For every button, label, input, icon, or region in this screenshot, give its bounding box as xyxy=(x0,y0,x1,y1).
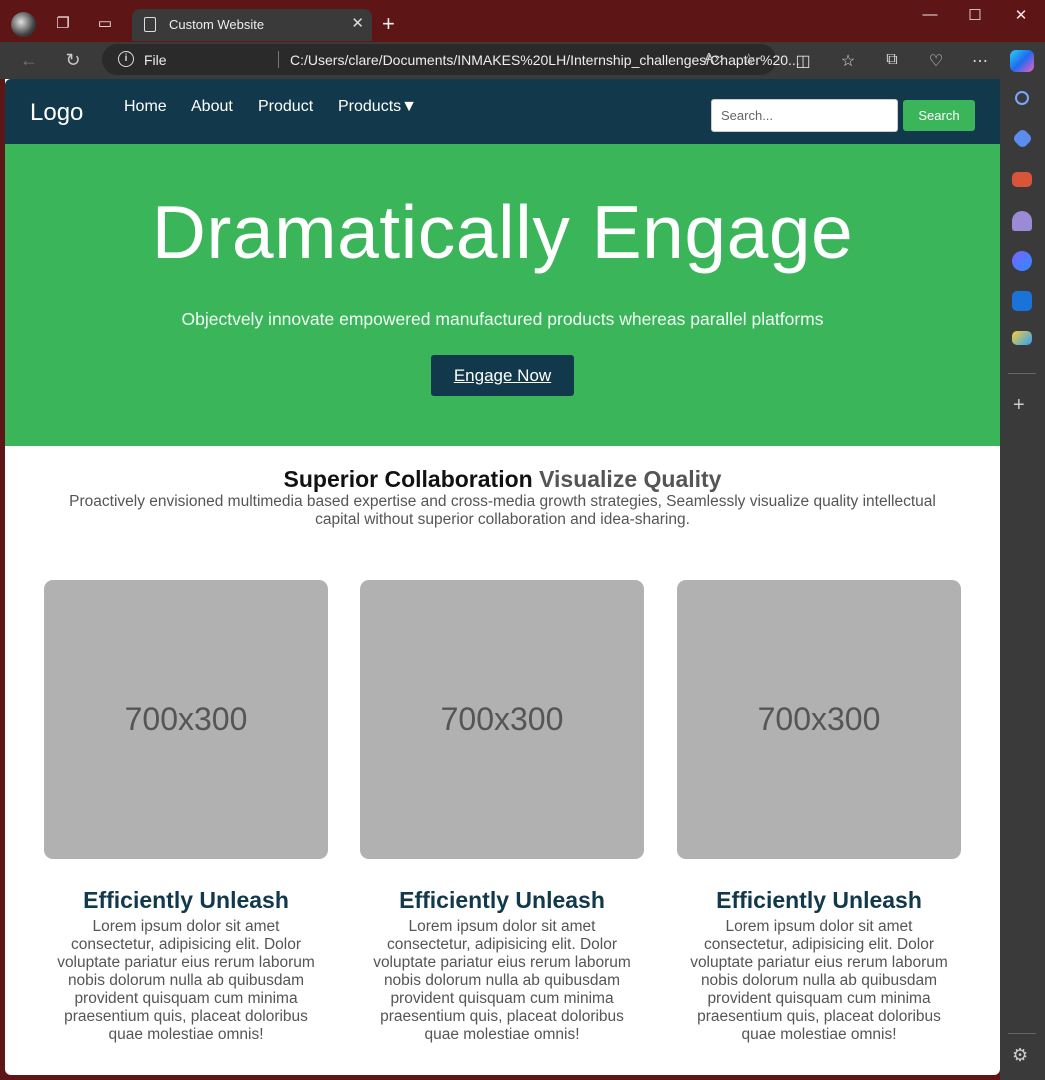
feature-card: 700x300 Efficiently Unleash Lorem ipsum … xyxy=(677,580,961,1044)
section-description: Proactively envisioned multimedia based … xyxy=(69,493,936,528)
feature-card: 700x300 Efficiently Unleash Lorem ipsum … xyxy=(44,580,328,1044)
favorite-star-icon[interactable]: ☆ xyxy=(742,50,755,68)
minimize-icon[interactable]: — xyxy=(915,6,945,23)
shopping-tag-icon[interactable] xyxy=(1011,127,1034,150)
placeholder-image: 700x300 xyxy=(44,580,328,859)
browser-tab[interactable]: Custom Website ✕ xyxy=(132,9,372,41)
browser-essentials-icon[interactable]: ♡ xyxy=(924,51,948,71)
site-navbar: Logo Home About Product Products▼ Search xyxy=(5,79,1000,144)
window-close-icon[interactable]: ✕ xyxy=(1006,6,1036,24)
sidebar-divider-bottom xyxy=(1008,1033,1036,1034)
hero-title: Dramatically Engage xyxy=(151,190,854,274)
favorites-icon[interactable]: ☆ xyxy=(836,51,860,71)
collections-icon[interactable]: ⧉ xyxy=(880,51,904,69)
close-tab-icon[interactable]: ✕ xyxy=(351,14,364,32)
engage-now-button[interactable]: Engage Now xyxy=(431,355,574,396)
outlook-icon[interactable] xyxy=(1012,291,1032,311)
drop-icon[interactable] xyxy=(1012,331,1032,345)
read-aloud-icon[interactable]: A›› xyxy=(704,50,724,67)
web-page: Logo Home About Product Products▼ Search… xyxy=(5,79,1000,1075)
document-icon xyxy=(144,17,156,32)
card-text: Lorem ipsum dolor sit amet consectetur, … xyxy=(690,918,948,1043)
maximize-icon[interactable]: ☐ xyxy=(960,6,990,24)
nav-link-product[interactable]: Product xyxy=(258,98,313,116)
split-screen-icon[interactable]: ◫ xyxy=(791,51,815,71)
profile-avatar[interactable] xyxy=(11,12,36,37)
section-heading: Superior Collaboration Visualize Quality xyxy=(5,466,1000,493)
address-bar[interactable]: i File C:/Users/clare/Documents/INMAKES%… xyxy=(102,44,800,75)
nav-link-about[interactable]: About xyxy=(191,98,233,116)
site-search-input[interactable] xyxy=(711,99,898,132)
nav-link-home[interactable]: Home xyxy=(124,98,167,116)
address-prefix: File xyxy=(144,52,167,68)
section-heading-main: Superior Collaboration xyxy=(283,466,533,492)
browser-titlebar: ❐ ▭ Custom Website ✕ + — ☐ ✕ xyxy=(0,0,1045,42)
card-title: Efficiently Unleash xyxy=(83,887,289,913)
more-menu-icon[interactable]: ⋯ xyxy=(968,51,992,71)
placeholder-image: 700x300 xyxy=(360,580,644,859)
sidebar-divider xyxy=(1008,373,1036,374)
card-text: Lorem ipsum dolor sit amet consectetur, … xyxy=(57,918,315,1043)
tab-title: Custom Website xyxy=(169,17,265,32)
card-text: Lorem ipsum dolor sit amet consectetur, … xyxy=(373,918,631,1043)
hero-subtitle: Objectvely innovate empowered manufactur… xyxy=(181,309,824,329)
nav-link-products-dropdown[interactable]: Products▼ xyxy=(338,98,417,116)
site-search-button[interactable]: Search xyxy=(903,100,975,131)
section-heading-accent: Visualize Quality xyxy=(539,466,722,492)
copilot-icon[interactable] xyxy=(1010,50,1034,72)
tools-icon[interactable] xyxy=(1012,172,1032,187)
site-logo[interactable]: Logo xyxy=(30,99,83,127)
back-icon[interactable]: ← xyxy=(17,50,41,71)
tab-actions-icon[interactable]: ▭ xyxy=(92,12,118,36)
placeholder-image: 700x300 xyxy=(677,580,961,859)
info-icon[interactable]: i xyxy=(118,51,134,67)
m365-icon[interactable] xyxy=(1012,251,1032,271)
browser-sidebar: + ⚙ xyxy=(1000,79,1045,1080)
search-icon[interactable] xyxy=(1015,91,1029,105)
feature-card: 700x300 Efficiently Unleash Lorem ipsum … xyxy=(360,580,644,1044)
new-tab-icon[interactable]: + xyxy=(382,11,395,37)
address-separator xyxy=(278,51,279,68)
browser-toolbar: ← ↻ i File C:/Users/clare/Documents/INMA… xyxy=(0,42,1045,79)
add-sidebar-app-icon[interactable]: + xyxy=(1013,394,1025,417)
card-title: Efficiently Unleash xyxy=(716,887,922,913)
games-icon[interactable] xyxy=(1012,211,1032,231)
hero-section: Dramatically Engage Objectvely innovate … xyxy=(5,144,1000,446)
card-title: Efficiently Unleash xyxy=(399,887,605,913)
sidebar-settings-icon[interactable]: ⚙ xyxy=(1012,1045,1028,1066)
refresh-icon[interactable]: ↻ xyxy=(61,50,85,71)
workspaces-icon[interactable]: ❐ xyxy=(50,12,76,36)
